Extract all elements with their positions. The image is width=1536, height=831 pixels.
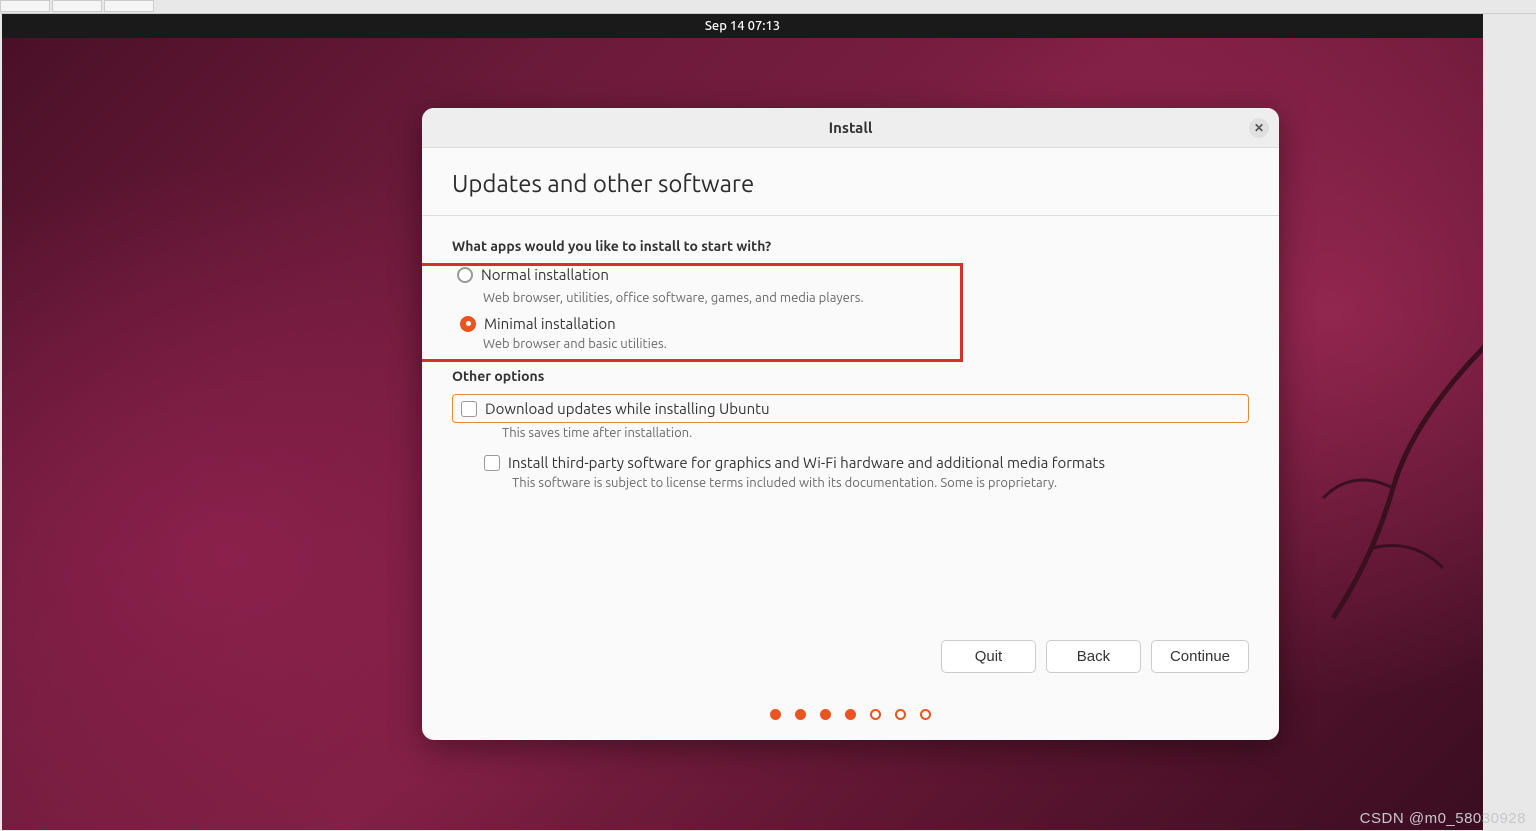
host-tab[interactable] — [0, 0, 50, 12]
thirdparty-option[interactable]: Install third-party software for graphic… — [484, 452, 1249, 473]
dialog-titlebar: Install ✕ — [422, 108, 1279, 148]
download-updates-desc: This saves time after installation. — [502, 426, 1249, 440]
desktop-background: Install ✕ Updates and other software Wha… — [2, 38, 1483, 830]
wallpaper-decoration — [1293, 338, 1483, 638]
other-options-heading: Other options — [452, 368, 1249, 384]
checkbox-unchecked-icon — [461, 401, 477, 417]
download-updates-label: Download updates while installing Ubuntu — [485, 400, 770, 417]
host-tab[interactable] — [104, 0, 154, 12]
divider — [422, 215, 1279, 216]
minimal-install-option[interactable]: Minimal installation — [460, 313, 925, 334]
dialog-title: Install — [829, 119, 873, 136]
continue-button[interactable]: Continue — [1151, 640, 1249, 673]
clock-label: Sep 14 07:13 — [705, 19, 780, 33]
radio-selected-icon — [460, 316, 476, 332]
gnome-top-bar: Sep 14 07:13 — [2, 14, 1483, 38]
thirdparty-desc: This software is subject to license term… — [512, 476, 1249, 490]
normal-install-desc: Web browser, utilities, office software,… — [483, 291, 925, 305]
pager-dot[interactable] — [845, 709, 856, 720]
pager-dot[interactable] — [820, 709, 831, 720]
vm-screen: Sep 14 07:13 Install ✕ Updates and other… — [2, 14, 1483, 830]
minimal-install-label: Minimal installation — [484, 315, 616, 332]
quit-button[interactable]: Quit — [941, 640, 1036, 673]
close-button[interactable]: ✕ — [1249, 118, 1269, 138]
back-button[interactable]: Back — [1046, 640, 1141, 673]
thirdparty-label: Install third-party software for graphic… — [508, 454, 1105, 471]
annotation-highlight: Web browser, utilities, office software,… — [422, 263, 963, 362]
pager-dot[interactable] — [770, 709, 781, 720]
apps-question: What apps would you like to install to s… — [452, 238, 1249, 254]
pager-dot[interactable] — [795, 709, 806, 720]
pager-dot[interactable] — [895, 709, 906, 720]
button-row: Quit Back Continue — [452, 640, 1249, 673]
host-toolbar — [0, 0, 1536, 14]
page-heading: Updates and other software — [452, 170, 1249, 197]
pager-dot[interactable] — [870, 709, 881, 720]
minimal-install-desc: Web browser and basic utilities. — [483, 337, 925, 351]
pager-dot[interactable] — [920, 709, 931, 720]
host-tab[interactable] — [52, 0, 102, 12]
progress-dots — [422, 691, 1279, 740]
download-updates-option[interactable]: Download updates while installing Ubuntu — [452, 394, 1249, 423]
installer-dialog: Install ✕ Updates and other software Wha… — [422, 108, 1279, 740]
watermark: CSDN @m0_58030928 — [1360, 810, 1526, 827]
checkbox-unchecked-icon — [484, 455, 500, 471]
close-icon: ✕ — [1254, 121, 1264, 135]
